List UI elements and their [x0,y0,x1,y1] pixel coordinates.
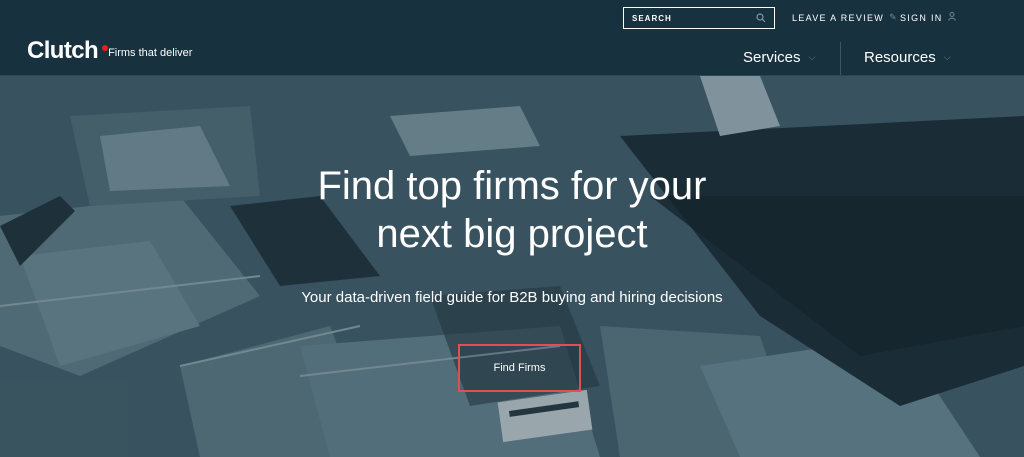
search-input[interactable]: SEARCH [623,7,775,29]
leave-review-link[interactable]: LEAVE A REVIEW ✎ [792,12,898,23]
hero-overlay [0,76,1024,457]
user-icon [947,12,956,23]
nav-services[interactable]: Services ⌵ [743,49,815,66]
hero-subheading: Your data-driven field guide for B2B buy… [301,289,723,306]
search-icon[interactable] [756,13,766,23]
find-firms-label: Find Firms [493,362,546,374]
nav-resources-label: Resources [864,49,936,66]
hero-headline: Find top firms for your next big project [212,162,812,258]
hero-headline-line-2: next big project [376,212,648,256]
leave-review-label: LEAVE A REVIEW [792,12,885,23]
search-placeholder: SEARCH [632,13,672,23]
site-header: Clutch Firms that deliver SEARCH LEAVE A… [0,0,1024,76]
hero-headline-line-1: Find top firms for your [317,164,707,208]
chevron-down-icon: ⌵ [943,52,951,62]
sign-in-label: SIGN IN [900,12,943,23]
nav-divider [840,42,841,75]
hero-section: Find top firms for your next big project… [0,76,1024,457]
logo-red-dot [102,45,108,51]
clutch-logo[interactable]: Clutch Firms that deliver [27,34,192,64]
chevron-down-icon: ⌵ [808,52,816,62]
logo-tagline: Firms that deliver [108,47,193,59]
logo-wordmark: Clutch [27,37,99,64]
nav-services-label: Services [743,49,801,66]
sign-in-link[interactable]: SIGN IN [900,12,956,23]
find-firms-button[interactable]: Find Firms [458,344,581,392]
pencil-icon: ✎ [889,12,898,22]
nav-resources[interactable]: Resources ⌵ [864,49,951,66]
